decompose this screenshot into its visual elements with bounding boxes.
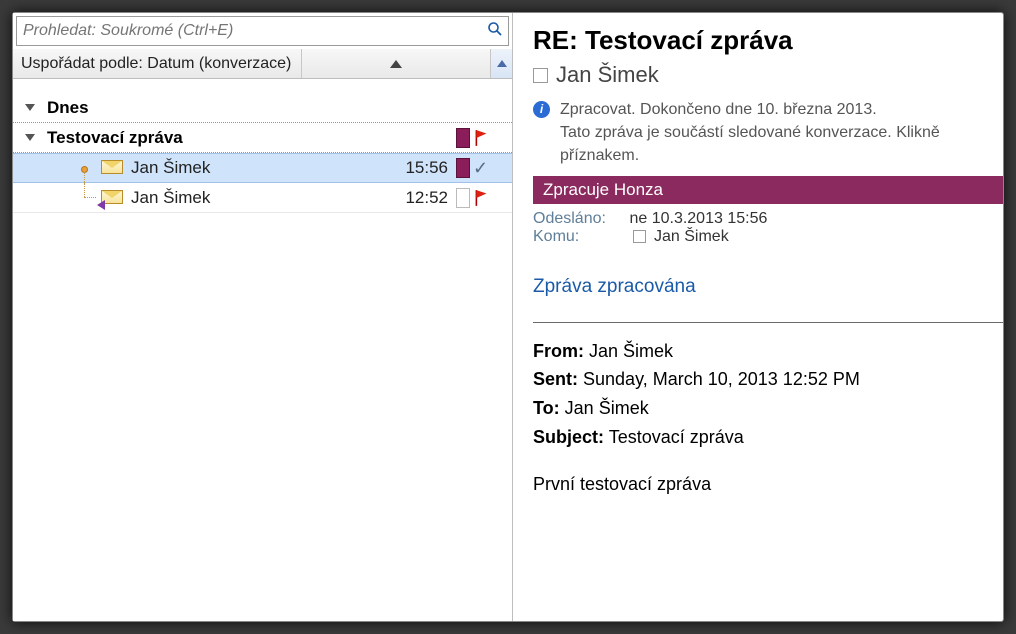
presence-icon xyxy=(633,230,646,243)
message-time: 15:56 xyxy=(388,158,456,178)
original-header: From: Jan Šimek Sent: Sunday, March 10, … xyxy=(533,337,1003,452)
followup-infobar: i Zpracovat. Dokončeno dne 10. března 20… xyxy=(533,98,1003,168)
reading-from: Jan Šimek xyxy=(533,62,1003,88)
message-list-pane: Uspořádat podle: Datum (konverzace) Dnes… xyxy=(13,13,513,621)
reading-pane: RE: Testovací zpráva Jan Šimek i Zpracov… xyxy=(513,13,1003,621)
original-separator xyxy=(533,322,1003,323)
followup-text: Zpracovat. Dokončeno dne 10. března 2013… xyxy=(560,98,940,168)
conversation-flags xyxy=(456,128,512,148)
sort-header: Uspořádat podle: Datum (konverzace) xyxy=(13,49,512,79)
message-sender: Jan Šimek xyxy=(131,158,388,178)
info-icon: i xyxy=(533,101,550,118)
body-text-link[interactable]: Zpráva zpracována xyxy=(533,276,1003,298)
date-group-header[interactable]: Dnes xyxy=(13,93,512,123)
date-group-label: Dnes xyxy=(47,98,89,118)
scroll-up-button[interactable] xyxy=(490,49,512,78)
message-row[interactable]: Jan Šimek 15:56 ✓ xyxy=(13,153,512,183)
sent-label: Odesláno: xyxy=(533,210,625,228)
category-box-icon[interactable] xyxy=(456,158,470,178)
message-row[interactable]: Jan Šimek 12:52 xyxy=(13,183,512,213)
category-empty-icon[interactable] xyxy=(456,188,470,208)
message-time: 12:52 xyxy=(388,188,456,208)
message-flags xyxy=(456,188,512,208)
message-flags: ✓ xyxy=(456,158,512,179)
search-input[interactable] xyxy=(17,20,482,42)
conversation-subject: Testovací zpráva xyxy=(47,128,456,148)
category-bar-label: Zpracuje Honza xyxy=(543,180,663,199)
sent-value: ne 10.3.2013 15:56 xyxy=(629,210,767,227)
sort-by-button[interactable]: Uspořádat podle: Datum (konverzace) xyxy=(13,49,302,78)
category-bar[interactable]: Zpracuje Honza xyxy=(533,176,1003,204)
thread-guide xyxy=(75,154,101,182)
message-sender: Jan Šimek xyxy=(131,188,388,208)
presence-icon xyxy=(533,68,548,83)
flag-icon[interactable] xyxy=(473,189,491,207)
message-list: Dnes Testovací zpráva xyxy=(13,79,512,621)
reading-from-name: Jan Šimek xyxy=(556,62,659,88)
to-label: Komu: xyxy=(533,228,625,246)
conversation-header[interactable]: Testovací zpráva xyxy=(13,123,512,153)
category-box-icon[interactable] xyxy=(456,128,470,148)
message-header-table: Odesláno: ne 10.3.2013 15:56 Komu: Jan Š… xyxy=(533,204,1003,248)
to-value: Jan Šimek xyxy=(654,228,729,246)
mail-replied-icon xyxy=(101,190,123,206)
sort-direction-toggle[interactable] xyxy=(302,60,490,68)
original-body: První testovací zpráva xyxy=(533,474,1003,495)
chevron-down-icon xyxy=(25,134,35,141)
search-box[interactable] xyxy=(16,16,509,46)
chevron-down-icon xyxy=(25,104,35,111)
reading-subject: RE: Testovací zpráva xyxy=(533,25,1003,56)
search-icon[interactable] xyxy=(482,21,508,42)
mail-open-icon xyxy=(101,160,123,176)
sort-by-label: Uspořádat podle: Datum (konverzace) xyxy=(21,55,291,73)
app-window: Uspořádat podle: Datum (konverzace) Dnes… xyxy=(12,12,1004,622)
complete-check-icon[interactable]: ✓ xyxy=(473,158,488,179)
flag-icon[interactable] xyxy=(473,129,491,147)
message-body: Zpráva zpracována From: Jan Šimek Sent: … xyxy=(533,248,1003,495)
